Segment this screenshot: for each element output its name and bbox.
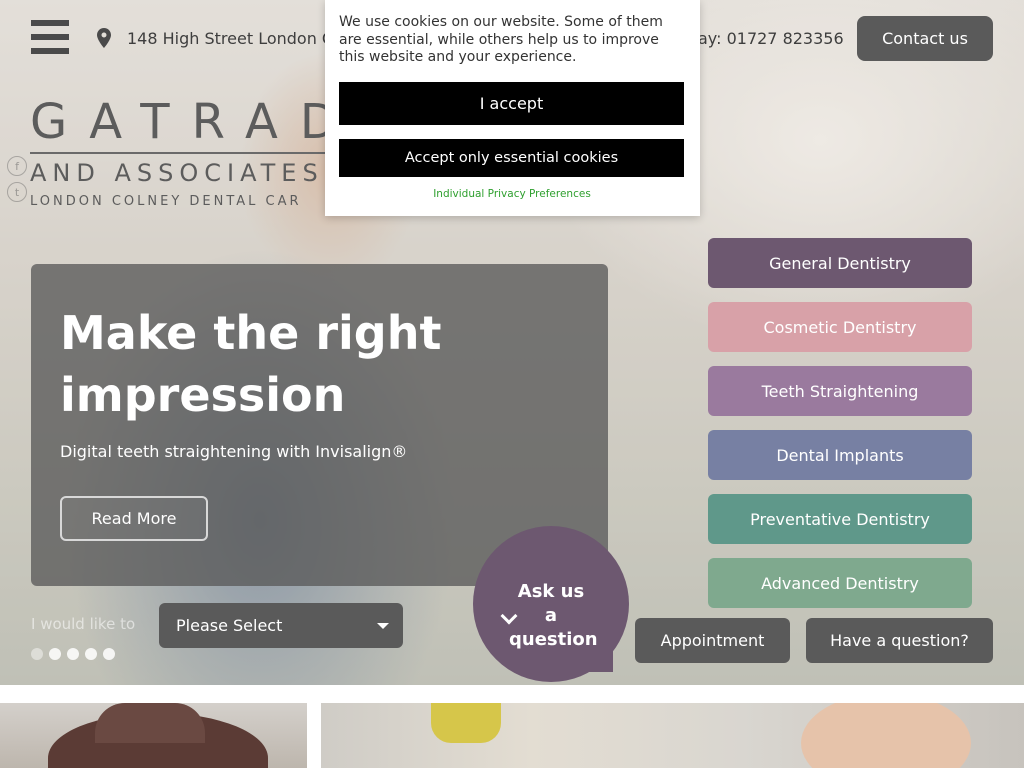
slider-dot-5[interactable] — [103, 648, 115, 660]
slider-dot-2[interactable] — [49, 648, 61, 660]
appointment-button[interactable]: Appointment — [635, 618, 790, 663]
ask-question-bubble[interactable]: Ask us a question — [473, 526, 629, 682]
privacy-preferences-link[interactable]: Individual Privacy Preferences — [339, 188, 685, 200]
have-a-question-button[interactable]: Have a question? — [806, 618, 993, 663]
practice-logo[interactable]: GATRAD AND ASSOCIATES LONDON COLNEY DENT… — [30, 96, 359, 209]
location-pin-icon — [97, 28, 111, 48]
service-cosmetic-dentistry[interactable]: Cosmetic Dentistry — [708, 302, 972, 352]
accept-essential-cookies-button[interactable]: Accept only essential cookies — [339, 138, 684, 177]
slider-dot-4[interactable] — [85, 648, 97, 660]
logo-line-3: LONDON COLNEY DENTAL CAR — [30, 194, 302, 209]
feature-image-family[interactable] — [321, 703, 1024, 768]
service-preventative-dentistry[interactable]: Preventative Dentistry — [708, 494, 972, 544]
phone-text[interactable]: ay: 01727 823356 — [698, 29, 844, 48]
contact-us-button[interactable]: Contact us — [857, 16, 993, 61]
caret-down-icon — [377, 623, 389, 629]
service-advanced-dentistry[interactable]: Advanced Dentistry — [708, 558, 972, 608]
ask-question-label: Ask us a question — [509, 581, 598, 650]
pillow-shape — [431, 703, 501, 743]
cookie-banner: We use cookies on our website. Some of t… — [325, 0, 700, 216]
face-shape — [801, 703, 971, 768]
hat-crown-shape — [95, 703, 205, 743]
accept-cookies-button[interactable]: I accept — [339, 81, 684, 125]
logo-rule — [30, 152, 330, 154]
hero-subtitle: Digital teeth straightening with Invisal… — [60, 442, 408, 461]
feature-image-hat[interactable] — [0, 703, 307, 768]
hero-title: Make the right impression — [60, 306, 442, 422]
service-general-dentistry[interactable]: General Dentistry — [708, 238, 972, 288]
service-teeth-straightening[interactable]: Teeth Straightening — [708, 366, 972, 416]
slider-dot-1[interactable] — [31, 648, 43, 660]
logo-line-2: AND ASSOCIATES — [30, 159, 324, 187]
read-more-button[interactable]: Read More — [60, 496, 208, 541]
intent-select-value: Please Select — [176, 616, 283, 635]
service-dental-implants[interactable]: Dental Implants — [708, 430, 972, 480]
intent-label: I would like to — [31, 615, 136, 633]
logo-line-1: GATRAD — [30, 94, 359, 150]
intent-select[interactable]: Please Select — [159, 603, 403, 648]
twitter-icon[interactable]: t — [7, 182, 27, 202]
facebook-icon[interactable]: f — [7, 156, 27, 176]
address-text: 148 High Street London C — [127, 29, 334, 48]
menu-icon[interactable] — [31, 20, 69, 54]
slider-dot-3[interactable] — [67, 648, 79, 660]
cookie-message: We use cookies on our website. Some of t… — [339, 14, 663, 65]
slider-dots — [31, 648, 115, 660]
